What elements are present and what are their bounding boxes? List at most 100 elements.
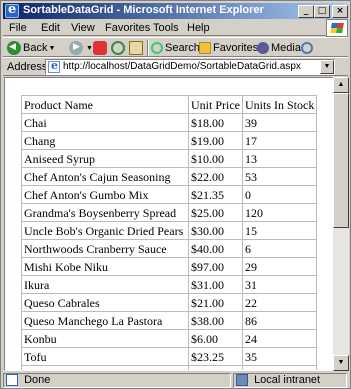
- menu-view[interactable]: View: [71, 22, 95, 34]
- cell-product-name: Chang: [21, 131, 189, 150]
- cell-unit-price: $15.50: [188, 365, 243, 370]
- media-button[interactable]: Media: [257, 40, 301, 56]
- favorites-button[interactable]: Favorites: [199, 40, 258, 56]
- cell-unit-price: $18.00: [188, 113, 243, 132]
- cell-unit-price: $21.00: [188, 293, 243, 312]
- zone-text: Local intranet: [254, 374, 321, 386]
- toolbar: Back ▼ ▼ Search Favorites Media: [3, 37, 348, 57]
- status-text: Done: [24, 374, 51, 386]
- back-button[interactable]: Back ▼: [7, 40, 58, 56]
- search-label: Search: [165, 42, 200, 54]
- vertical-scrollbar[interactable]: ▲ ▼: [333, 77, 349, 371]
- cell-product-name: Ikura: [21, 275, 189, 294]
- table-row: Tofu $23.25 35: [21, 347, 318, 366]
- cell-units-in-stock: 39: [241, 365, 318, 370]
- cell-unit-price: $40.00: [188, 239, 243, 258]
- page-icon: [48, 59, 60, 73]
- menu-tools[interactable]: Tools: [153, 22, 179, 34]
- cell-product-name: Grandma's Boysenberry Spread: [21, 203, 189, 222]
- header-unit-price[interactable]: Unit Price: [188, 95, 243, 114]
- minimize-button[interactable]: _: [298, 5, 314, 18]
- table-row: Ikura $31.00 31: [21, 275, 318, 294]
- cell-unit-price: $10.00: [188, 149, 243, 168]
- table-row: Aniseed Syrup $10.00 13: [21, 149, 318, 168]
- menu-edit[interactable]: Edit: [41, 22, 60, 34]
- media-label: Media: [271, 42, 301, 54]
- intranet-zone-icon: [236, 374, 248, 387]
- page-done-icon: [6, 374, 18, 387]
- cell-product-name: Tofu: [21, 347, 189, 366]
- cell-units-in-stock: 17: [241, 131, 318, 150]
- table-row: Uncle Bob's Organic Dried Pears $30.00 15: [21, 221, 318, 240]
- cell-unit-price: $38.00: [188, 311, 243, 330]
- cell-units-in-stock: 0: [241, 185, 318, 204]
- table-row: Grandma's Boysenberry Spread $25.00 120: [21, 203, 318, 222]
- page-viewport[interactable]: Product Name Unit Price Units In Stock C…: [4, 77, 333, 371]
- favorites-label: Favorites: [213, 42, 259, 54]
- cell-product-name: Chef Anton's Gumbo Mix: [21, 185, 189, 204]
- windows-logo-icon: [326, 19, 348, 37]
- stop-icon: [93, 41, 107, 55]
- window-title: SortableDataGrid - Microsoft Internet Ex…: [23, 4, 264, 16]
- grid-header-row: Product Name Unit Price Units In Stock: [21, 95, 318, 114]
- stop-button[interactable]: [93, 40, 107, 56]
- address-label: Address: [7, 61, 48, 73]
- cell-units-in-stock: 120: [241, 203, 318, 222]
- media-icon: [257, 42, 269, 54]
- table-row: Mishi Kobe Niku $97.00 29: [21, 257, 318, 276]
- menu-bar: File Edit View Favorites Tools Help: [3, 20, 348, 36]
- scroll-down-button[interactable]: ▼: [333, 355, 349, 371]
- refresh-icon: [111, 41, 125, 55]
- cell-unit-price: $97.00: [188, 257, 243, 276]
- cell-unit-price: $21.35: [188, 185, 243, 204]
- maximize-button[interactable]: □: [314, 5, 330, 18]
- cell-unit-price: $19.00: [188, 131, 243, 150]
- menu-favorites[interactable]: Favorites: [105, 22, 150, 34]
- menu-file[interactable]: File: [9, 22, 27, 34]
- menu-help[interactable]: Help: [187, 22, 210, 34]
- home-button[interactable]: [129, 40, 143, 56]
- title-bar[interactable]: SortableDataGrid - Microsoft Internet Ex…: [3, 2, 348, 19]
- cell-units-in-stock: 39: [241, 113, 318, 132]
- address-dropdown-button[interactable]: ▼: [320, 60, 334, 74]
- header-product-name[interactable]: Product Name: [21, 95, 189, 114]
- search-icon: [151, 42, 163, 54]
- history-icon: [301, 42, 313, 54]
- cell-unit-price: $30.00: [188, 221, 243, 240]
- cell-product-name: Queso Cabrales: [21, 293, 189, 312]
- cell-units-in-stock: 13: [241, 149, 318, 168]
- table-row: Queso Cabrales $21.00 22: [21, 293, 318, 312]
- cell-unit-price: $25.00: [188, 203, 243, 222]
- cell-units-in-stock: 6: [241, 239, 318, 258]
- cell-units-in-stock: 29: [241, 257, 318, 276]
- chevron-down-icon: ▼: [86, 44, 93, 52]
- header-units-in-stock[interactable]: Units In Stock: [241, 95, 318, 114]
- scroll-thumb[interactable]: [333, 93, 349, 228]
- cell-product-name: Aniseed Syrup: [21, 149, 189, 168]
- address-input[interactable]: http://localhost/DataGridDemo/SortableDa…: [45, 59, 335, 75]
- cell-unit-price: $22.00: [188, 167, 243, 186]
- cell-units-in-stock: 22: [241, 293, 318, 312]
- cell-units-in-stock: 15: [241, 221, 318, 240]
- history-button[interactable]: [301, 40, 313, 56]
- forward-arrow-icon: [69, 41, 83, 55]
- cell-product-name: Uncle Bob's Organic Dried Pears: [21, 221, 189, 240]
- scroll-up-button[interactable]: ▲: [333, 77, 349, 93]
- cell-product-name: Genen Shouyu: [21, 365, 189, 370]
- sortable-data-grid: Product Name Unit Price Units In Stock C…: [21, 95, 318, 370]
- status-pane-main: Done: [3, 373, 231, 388]
- cell-product-name: Queso Manchego La Pastora: [21, 311, 189, 330]
- chevron-down-icon: ▼: [48, 44, 56, 52]
- search-button[interactable]: Search: [151, 40, 200, 56]
- cell-units-in-stock: 24: [241, 329, 318, 348]
- address-url: http://localhost/DataGridDemo/SortableDa…: [63, 61, 301, 72]
- forward-button[interactable]: ▼: [69, 40, 96, 56]
- close-button[interactable]: ×: [332, 5, 348, 18]
- table-row: Chang $19.00 17: [21, 131, 318, 150]
- table-row: Chef Anton's Cajun Seasoning $22.00 53: [21, 167, 318, 186]
- table-row: Northwoods Cranberry Sauce $40.00 6: [21, 239, 318, 258]
- cell-product-name: Mishi Kobe Niku: [21, 257, 189, 276]
- toolbar-separator: [147, 40, 149, 56]
- refresh-button[interactable]: [111, 40, 125, 56]
- table-row: Queso Manchego La Pastora $38.00 86: [21, 311, 318, 330]
